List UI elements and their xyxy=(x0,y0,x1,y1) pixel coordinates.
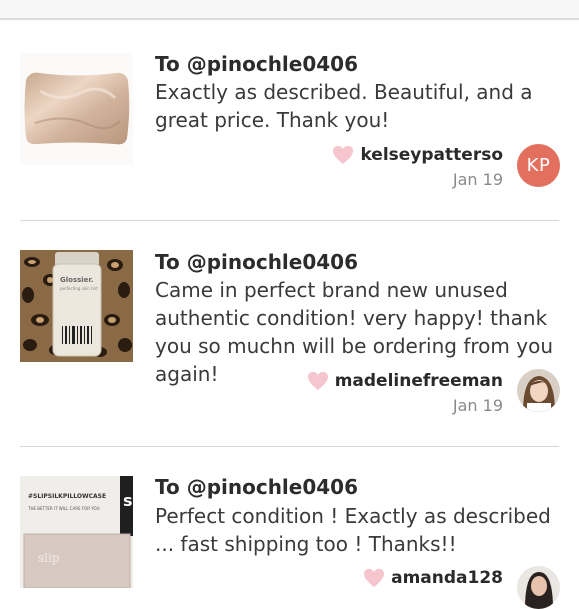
review-date: Jan 19 xyxy=(452,170,503,189)
review-comment: Exactly as described. Beautiful, and a g… xyxy=(155,80,533,132)
avatar[interactable]: KP xyxy=(517,144,560,187)
svg-text:s: s xyxy=(123,491,133,510)
review-date: Jan 19 xyxy=(452,396,503,415)
svg-text:Glossier.: Glossier. xyxy=(60,276,94,284)
reviewer-username[interactable]: kelseypatterso xyxy=(360,145,503,165)
svg-text:slip: slip xyxy=(38,551,60,565)
product-image-slip[interactable]: s #SLIPSILKPILLOWCASE THE BETTER IT WILL… xyxy=(20,476,133,588)
avatar[interactable] xyxy=(517,566,560,609)
recipient-label: To @pinochle0406 xyxy=(155,475,359,499)
heart-icon[interactable] xyxy=(332,145,354,165)
avatar[interactable] xyxy=(517,369,560,412)
svg-text:perfecting skin tint: perfecting skin tint xyxy=(60,286,98,291)
reviewer-row: amanda128 xyxy=(363,566,503,590)
top-bar xyxy=(0,0,579,20)
reviewer-row: madelinefreeman xyxy=(307,369,503,393)
reviewer-row: kelseypatterso xyxy=(332,143,503,167)
product-image-pillowcase[interactable] xyxy=(20,53,133,165)
recipient-label: To @pinochle0406 xyxy=(155,52,359,76)
review-comment: Perfect condition ! Exactly as described… xyxy=(155,504,551,556)
svg-text:#SLIPSILKPILLOWCASE: #SLIPSILKPILLOWCASE xyxy=(28,493,106,500)
recipient-label: To @pinochle0406 xyxy=(155,250,359,274)
divider xyxy=(20,446,559,447)
reviewer-username[interactable]: madelinefreeman xyxy=(335,371,503,391)
divider xyxy=(20,220,559,221)
product-image-glossier[interactable]: Glossier. perfecting skin tint xyxy=(20,250,133,362)
reviewer-username[interactable]: amanda128 xyxy=(391,568,503,588)
heart-icon[interactable] xyxy=(363,568,385,588)
svg-text:THE BETTER IT WILL CARE FOR YO: THE BETTER IT WILL CARE FOR YOU xyxy=(27,506,100,511)
heart-icon[interactable] xyxy=(307,371,329,391)
